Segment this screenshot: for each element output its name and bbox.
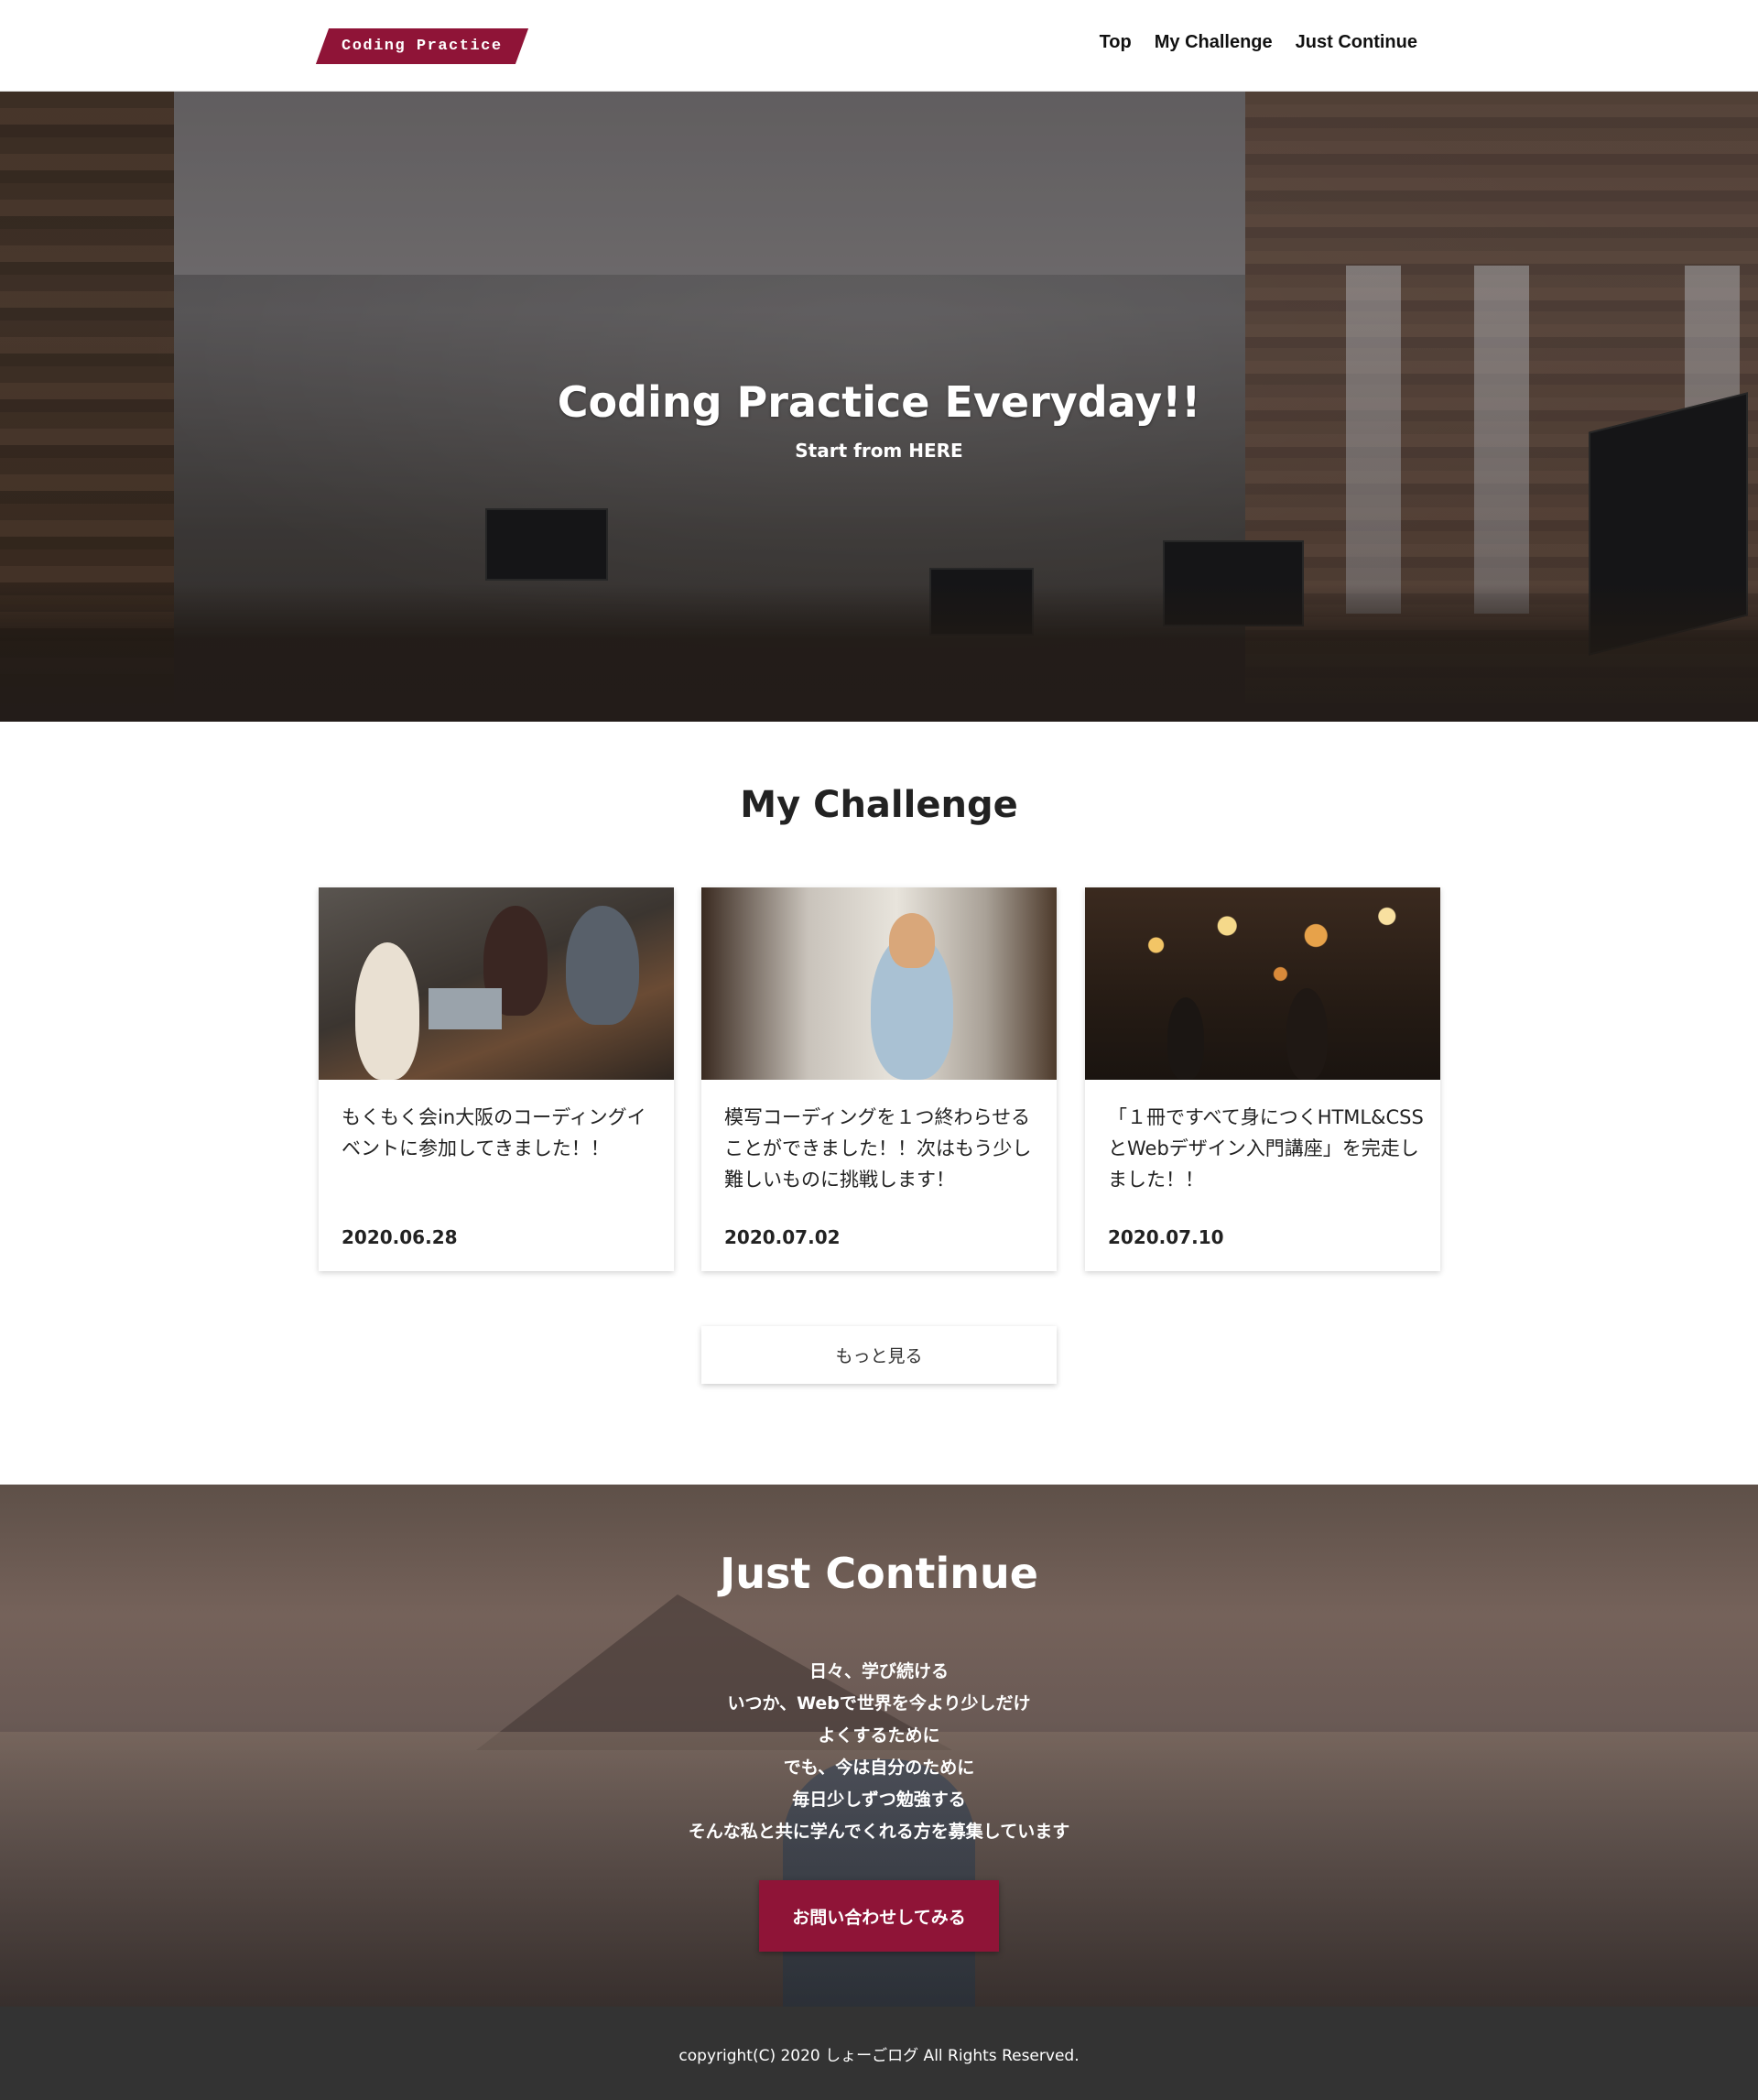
main-nav: Top My Challenge Just Continue <box>1100 32 1417 53</box>
nav-link-my-challenge[interactable]: My Challenge <box>1155 32 1273 53</box>
text-line: でも、今は自分のために <box>783 1757 975 1778</box>
card-title: 模写コーディングを１つ終わらせることができました！！次はもう少し難しいものに挑戦… <box>724 1106 1032 1191</box>
nav-link-just-continue[interactable]: Just Continue <box>1296 32 1417 53</box>
text-line: いつか、Webで世界を今より少しだけ <box>727 1693 1031 1714</box>
card-image <box>701 887 1057 1080</box>
hero-title: Coding Practice Everyday!! <box>557 377 1201 427</box>
copyright-text: copyright(C) 2020 しょーごログ All Rights Rese… <box>678 2046 1080 2065</box>
card-image-person <box>355 942 419 1080</box>
hero-section: Coding Practice Everyday!! Start from HE… <box>0 92 1758 722</box>
just-continue-text: 日々、学び続ける いつか、Webで世界を今より少しだけ よくするために でも、今… <box>0 1656 1758 1848</box>
hero-subtitle: Start from HERE <box>795 440 963 462</box>
card-title: もくもく会in大阪のコーディングイベントに参加してきました！！ <box>342 1106 646 1159</box>
card-image-laptop <box>429 988 502 1029</box>
challenge-card[interactable]: もくもく会in大阪のコーディングイベントに参加してきました！！ 2020.06.… <box>319 887 674 1271</box>
card-image <box>1085 887 1440 1080</box>
contact-button[interactable]: お問い合わせしてみる <box>759 1880 999 1952</box>
text-line: そんな私と共に学んでくれる方を募集しています <box>688 1822 1070 1842</box>
card-image-person <box>889 913 935 968</box>
card-date: 2020.06.28 <box>342 1226 458 1248</box>
just-continue-section: Just Continue 日々、学び続ける いつか、Webで世界を今より少しだ… <box>0 1485 1758 2007</box>
site-logo[interactable]: Coding Practice <box>315 28 529 64</box>
card-image-person <box>1286 988 1328 1080</box>
just-continue-heading: Just Continue <box>720 1549 1038 1598</box>
more-button[interactable]: もっと見る <box>701 1326 1057 1384</box>
site-header: Coding Practice Top My Challenge Just Co… <box>0 0 1758 92</box>
card-image-person <box>566 906 639 1025</box>
card-image-person <box>1167 997 1204 1080</box>
logo-text: Coding Practice <box>342 38 503 55</box>
challenge-card[interactable]: 模写コーディングを１つ終わらせることができました！！次はもう少し難しいものに挑戦… <box>701 887 1057 1271</box>
my-challenge-heading: My Challenge <box>740 784 1018 826</box>
card-date: 2020.07.10 <box>1108 1226 1224 1248</box>
challenge-card[interactable]: 「１冊ですべて身につくHTML&CSSとWebデザイン入門講座」を完走しました！… <box>1085 887 1440 1271</box>
site-footer: copyright(C) 2020 しょーごログ All Rights Rese… <box>0 2007 1758 2100</box>
card-title: 「１冊ですべて身につくHTML&CSSとWebデザイン入門講座」を完走しました！… <box>1108 1106 1424 1191</box>
nav-link-top[interactable]: Top <box>1100 32 1132 53</box>
card-image <box>319 887 674 1080</box>
card-date: 2020.07.02 <box>724 1226 841 1248</box>
text-line: 毎日少しずつ勉強する <box>792 1790 966 1810</box>
text-line: よくするために <box>818 1725 940 1746</box>
text-line: 日々、学び続ける <box>808 1661 949 1681</box>
